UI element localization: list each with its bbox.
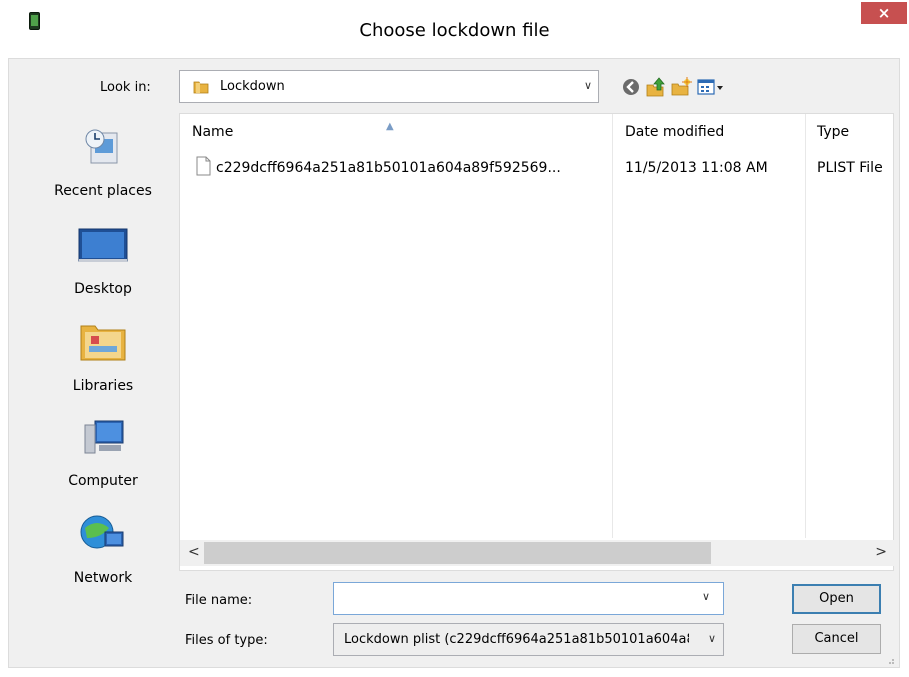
scrollbar-thumb[interactable] — [204, 542, 711, 564]
place-libraries[interactable]: Libraries — [28, 318, 178, 406]
file-name-cell: c229dcff6964a251a81b50101a604a89f592569.… — [216, 160, 561, 176]
libraries-icon — [80, 325, 126, 361]
desktop-icon — [78, 228, 128, 262]
place-label: Computer — [68, 473, 138, 489]
files-of-type-dropdown[interactable]: Lockdown plist (c229dcff6964a251a81b5010… — [333, 623, 724, 656]
recent-places-icon — [85, 129, 118, 164]
horizontal-scrollbar[interactable]: < > — [180, 540, 895, 566]
network-icon — [80, 515, 124, 549]
close-button[interactable]: × — [861, 2, 907, 24]
place-network[interactable]: Network — [28, 510, 178, 598]
file-list[interactable]: Name ▲ Date modified Type c229dcff6964a2… — [179, 113, 895, 571]
window-title: Choose lockdown file — [359, 20, 550, 41]
file-type-cell: PLIST File — [817, 160, 883, 176]
look-in-value: Lockdown — [220, 79, 285, 94]
look-in-dropdown[interactable]: Lockdown ∨ — [179, 70, 599, 103]
file-name-label: File name: — [185, 593, 253, 608]
folder-icon — [193, 81, 209, 94]
files-of-type-label: Files of type: — [185, 633, 268, 648]
files-of-type-value: Lockdown plist (c229dcff6964a251a81b5010… — [344, 632, 689, 647]
scroll-left-icon[interactable]: < — [188, 544, 200, 560]
chevron-down-icon[interactable]: ∨ — [702, 590, 710, 603]
up-folder-icon[interactable] — [645, 76, 667, 98]
column-header-date-modified[interactable]: Date modified — [625, 124, 724, 140]
place-computer[interactable]: Computer — [28, 413, 178, 501]
open-button[interactable]: Open — [792, 584, 881, 614]
place-label: Libraries — [72, 378, 134, 394]
file-date-cell: 11/5/2013 11:08 AM — [625, 160, 768, 176]
new-folder-icon[interactable] — [670, 76, 692, 98]
place-desktop[interactable]: Desktop — [28, 221, 178, 309]
column-header-type[interactable]: Type — [817, 124, 849, 140]
resize-grip-icon[interactable] — [885, 655, 895, 665]
column-label: Name — [192, 124, 234, 140]
cancel-button[interactable]: Cancel — [792, 624, 881, 654]
view-menu-icon[interactable] — [696, 76, 726, 98]
column-header-name[interactable]: Name ▲ — [192, 121, 394, 140]
place-recent-places[interactable]: Recent places — [28, 123, 178, 211]
place-label: Recent places — [54, 183, 152, 199]
place-label: Network — [73, 570, 133, 586]
sort-ascending-icon: ▲ — [386, 121, 394, 132]
computer-icon — [84, 420, 124, 454]
back-icon[interactable] — [620, 76, 642, 98]
look-in-label: Look in: — [100, 80, 151, 95]
places-bar: Recent places Desktop Libraries Computer… — [28, 113, 178, 593]
title-bar[interactable]: Choose lockdown file × — [0, 0, 909, 41]
file-icon — [196, 156, 211, 176]
scroll-right-icon[interactable]: > — [875, 544, 887, 560]
place-label: Desktop — [74, 281, 132, 297]
chevron-down-icon[interactable]: ∨ — [708, 632, 716, 645]
file-row[interactable]: c229dcff6964a251a81b50101a604a89f592569.… — [180, 154, 895, 184]
file-name-input[interactable] — [333, 582, 724, 615]
choose-file-dialog: Choose lockdown file × Look in: Lockdown… — [0, 0, 909, 677]
chevron-down-icon[interactable]: ∨ — [584, 79, 592, 92]
